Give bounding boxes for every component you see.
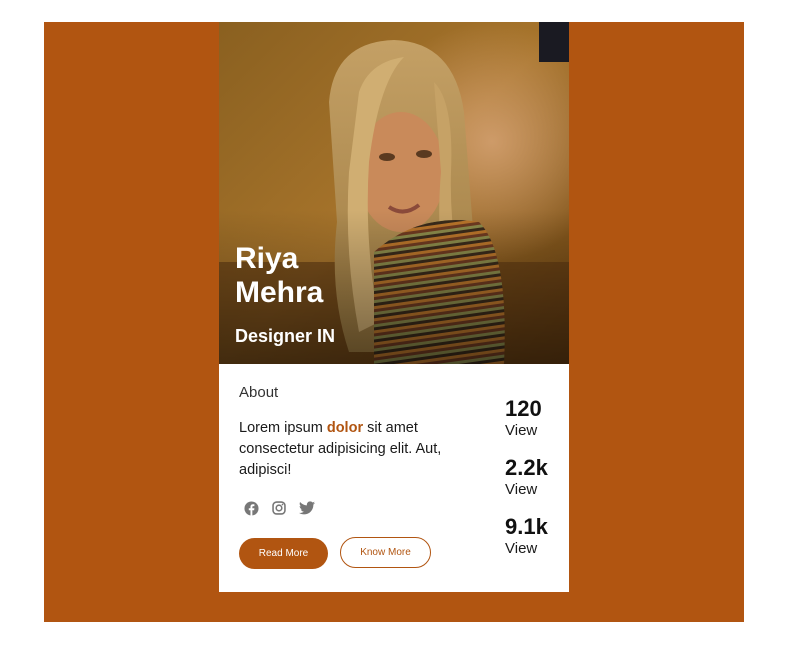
about-text-highlight: dolor bbox=[326, 420, 364, 436]
twitter-icon[interactable] bbox=[299, 500, 315, 516]
stat-item: 2.2k View bbox=[505, 455, 565, 514]
stats-list: 120 View 2.2k View 9.1k View bbox=[505, 396, 565, 573]
profile-card: Riya Mehra Designer IN About Lorem ipsum… bbox=[219, 22, 569, 592]
stat-item: 120 View bbox=[505, 396, 565, 455]
social-links bbox=[243, 500, 315, 516]
profile-photo: Riya Mehra Designer IN bbox=[219, 22, 569, 364]
instagram-icon[interactable] bbox=[271, 500, 287, 516]
stat-value: 120 bbox=[505, 396, 542, 421]
about-heading: About bbox=[239, 384, 279, 401]
stat-label: View bbox=[505, 422, 538, 439]
card-body: About Lorem ipsum dolor sit amet consect… bbox=[219, 364, 569, 592]
last-name: Mehra bbox=[235, 276, 324, 309]
stat-value: 9.1k bbox=[505, 514, 548, 539]
page-background: Riya Mehra Designer IN About Lorem ipsum… bbox=[44, 22, 744, 622]
about-text-start: Lorem ipsum bbox=[239, 420, 327, 436]
stat-label: View bbox=[505, 540, 538, 557]
portrait-image bbox=[219, 22, 569, 364]
read-more-button[interactable]: Read More bbox=[239, 538, 328, 569]
stat-value: 2.2k bbox=[505, 455, 548, 480]
first-name: Riya bbox=[235, 242, 299, 275]
facebook-icon[interactable] bbox=[243, 500, 259, 516]
stat-label: View bbox=[505, 481, 538, 498]
profile-role: Designer IN bbox=[235, 326, 336, 346]
know-more-button[interactable]: Know More bbox=[340, 537, 431, 568]
profile-name: Riya Mehra bbox=[235, 242, 355, 310]
about-text: Lorem ipsum dolor sit amet consectetur a… bbox=[239, 418, 474, 481]
stat-item: 9.1k View bbox=[505, 514, 565, 573]
